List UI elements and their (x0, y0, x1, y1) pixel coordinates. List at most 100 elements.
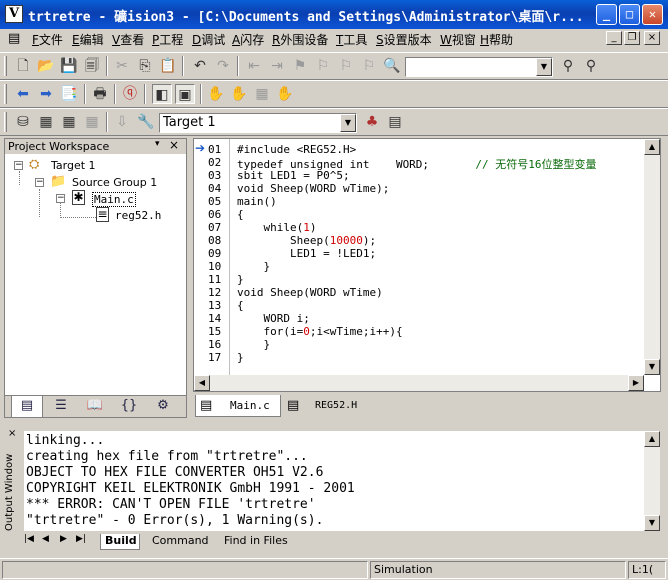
tree-item-source-group[interactable]: Source Group 1 (72, 176, 157, 189)
tree-expander-target[interactable]: − (14, 161, 23, 170)
menu-debug[interactable]: D调试 (192, 31, 225, 48)
output-window-toggle-icon[interactable]: ▣ (175, 84, 195, 104)
scroll-down-button[interactable]: ▼ (644, 359, 660, 375)
paste-icon[interactable]: 📋 (158, 56, 178, 76)
output-vertical-scrollbar[interactable] (644, 447, 660, 515)
print-icon[interactable]: 🖶 (90, 84, 110, 104)
code-editor[interactable]: ➔ 01 02 03 04 05 06 07 08 09 10 11 12 13… (193, 138, 661, 392)
prev-tab-icon[interactable]: ◀ (42, 534, 49, 544)
back-arrow-icon[interactable]: ⬅ (13, 84, 33, 104)
target-select[interactable]: Target 1 ▼ (159, 113, 357, 133)
mdi-minimize-button[interactable]: _ (606, 31, 622, 45)
tab-command[interactable]: Command (152, 534, 212, 550)
code-text-area[interactable]: #include <REG52.H> typedef unsigned int … (194, 139, 644, 375)
menu-tools[interactable]: T工具 (336, 31, 367, 48)
menu-peripherals[interactable]: R外围设备 (272, 31, 328, 48)
menu-file[interactable]: F文件 (32, 31, 63, 48)
tab-main-c[interactable]: ▤ Main.c (195, 395, 281, 417)
undo-icon[interactable]: ↶ (190, 56, 210, 76)
indent-icon[interactable]: ⇥ (267, 56, 287, 76)
download-icon[interactable]: ⇩ (112, 112, 132, 132)
menu-window[interactable]: W视窗 (440, 31, 476, 48)
output-text-area[interactable]: linking... creating hex file from "trtre… (24, 431, 644, 531)
toolbar-grip[interactable] (4, 56, 7, 76)
functions-tab-icon[interactable]: {} (113, 396, 145, 418)
output-close-icon[interactable]: × (8, 428, 16, 439)
mdi-close-button[interactable]: × (644, 31, 660, 45)
tree-item-reg52-h[interactable]: reg52.h (115, 209, 161, 222)
kill-breakpoint-icon[interactable]: ✋ (229, 84, 249, 104)
bookmark-toggle-icon[interactable]: ⚑ (290, 56, 310, 76)
last-tab-icon[interactable]: ▶| (76, 534, 86, 544)
scroll-right-button[interactable]: ▶ (628, 375, 644, 391)
panel-close-icon[interactable]: × (169, 138, 179, 152)
menu-flash[interactable]: A闪存 (232, 31, 264, 48)
minimize-button[interactable]: _ (596, 4, 617, 25)
tree-item-main-c[interactable]: Main.c (92, 192, 136, 207)
maximize-button[interactable]: □ (619, 4, 640, 25)
save-all-icon[interactable]: 🗐 (82, 56, 102, 76)
workspace-toggle-icon[interactable]: ◧ (152, 84, 172, 104)
chevron-down-icon[interactable]: ▼ (536, 58, 552, 76)
menu-help[interactable]: H帮助 (480, 31, 513, 48)
bookmark-next-icon[interactable]: ⚐ (313, 56, 333, 76)
find-in-files-icon[interactable]: 🔍 (382, 56, 402, 76)
scroll-up-button[interactable]: ▲ (644, 139, 660, 155)
menu-svcs[interactable]: S设置版本 (376, 31, 432, 48)
redo-icon[interactable]: ↷ (213, 56, 233, 76)
files-tab-icon[interactable]: ▤ (11, 396, 43, 418)
vertical-scrollbar-track[interactable] (644, 155, 660, 359)
stop-build-icon[interactable]: ▦ (82, 112, 102, 132)
find-binoculars-icon[interactable]: ⚲ (558, 56, 578, 76)
templates-tab-icon[interactable]: ⚙ (147, 396, 179, 418)
books-tab-icon[interactable]: 📖 (79, 396, 111, 418)
bookmark-prev-icon[interactable]: ⚐ (336, 56, 356, 76)
tree-item-target[interactable]: Target 1 (51, 159, 96, 172)
next-tab-icon[interactable]: ▶ (60, 534, 67, 544)
forward-arrow-icon[interactable]: ➡ (36, 84, 56, 104)
toolbar-grip[interactable] (4, 112, 7, 132)
regs-tab-icon[interactable]: ☰ (45, 396, 77, 418)
open-folder-icon[interactable]: 📂 (36, 56, 56, 76)
manage-books-icon[interactable]: ▤ (385, 112, 405, 132)
rebuild-all-icon[interactable]: ▦ (59, 112, 79, 132)
tree-expander-main[interactable]: − (56, 194, 65, 203)
horizontal-scrollbar-track[interactable] (210, 375, 628, 391)
output-scroll-up-button[interactable]: ▲ (644, 431, 660, 447)
tab-build[interactable]: Build (100, 534, 140, 550)
menu-edit[interactable]: E编辑 (72, 31, 104, 48)
uvision-app-icon[interactable]: V (5, 5, 23, 23)
find-next-icon[interactable]: ⚲ (581, 56, 601, 76)
disable-all-breakpoints-icon[interactable]: ✋ (275, 84, 295, 104)
build-icon[interactable]: ▦ (36, 112, 56, 132)
new-file-icon[interactable]: 🗋 (13, 56, 33, 76)
toolbar-grip[interactable] (4, 84, 7, 104)
cut-icon[interactable]: ✂ (112, 56, 132, 76)
mdi-doc-icon[interactable]: ▤ (8, 31, 20, 46)
scroll-left-button[interactable]: ◀ (194, 375, 210, 391)
tab-find-in-files[interactable]: Find in Files (224, 534, 304, 550)
mdi-restore-button[interactable]: ❐ (624, 31, 640, 45)
hand-icon[interactable]: ✋ (206, 84, 226, 104)
menu-project[interactable]: P工程 (152, 31, 183, 48)
menu-view[interactable]: V查看 (112, 31, 144, 48)
enable-breakpoint-icon[interactable]: ▦ (252, 84, 272, 104)
translate-icon[interactable]: ⛁ (13, 112, 33, 132)
unindent-icon[interactable]: ⇤ (244, 56, 264, 76)
close-button[interactable]: ✕ (642, 4, 663, 25)
tree-expander-group[interactable]: − (35, 178, 44, 187)
first-tab-icon[interactable]: |◀ (24, 534, 34, 544)
tab-reg52-h[interactable]: ▤ REG52.H (283, 395, 373, 417)
copy-icon[interactable]: ⎘ (135, 56, 155, 76)
chevron-down-icon[interactable]: ▼ (340, 114, 356, 132)
folder-icon: 📁 (50, 174, 67, 189)
output-scroll-down-button[interactable]: ▼ (644, 515, 660, 531)
target-options-icon[interactable]: 🔧 (136, 112, 156, 132)
goto-icon[interactable]: 📑 (59, 84, 79, 104)
panel-menu-icon[interactable]: ▾ (155, 139, 160, 149)
find-combo[interactable]: ▼ (405, 57, 553, 77)
bookmark-clear-icon[interactable]: ⚐ (359, 56, 379, 76)
debug-session-icon[interactable]: ⓠ (120, 84, 140, 104)
save-icon[interactable]: 💾 (59, 56, 79, 76)
components-icon[interactable]: ♣ (362, 112, 382, 132)
